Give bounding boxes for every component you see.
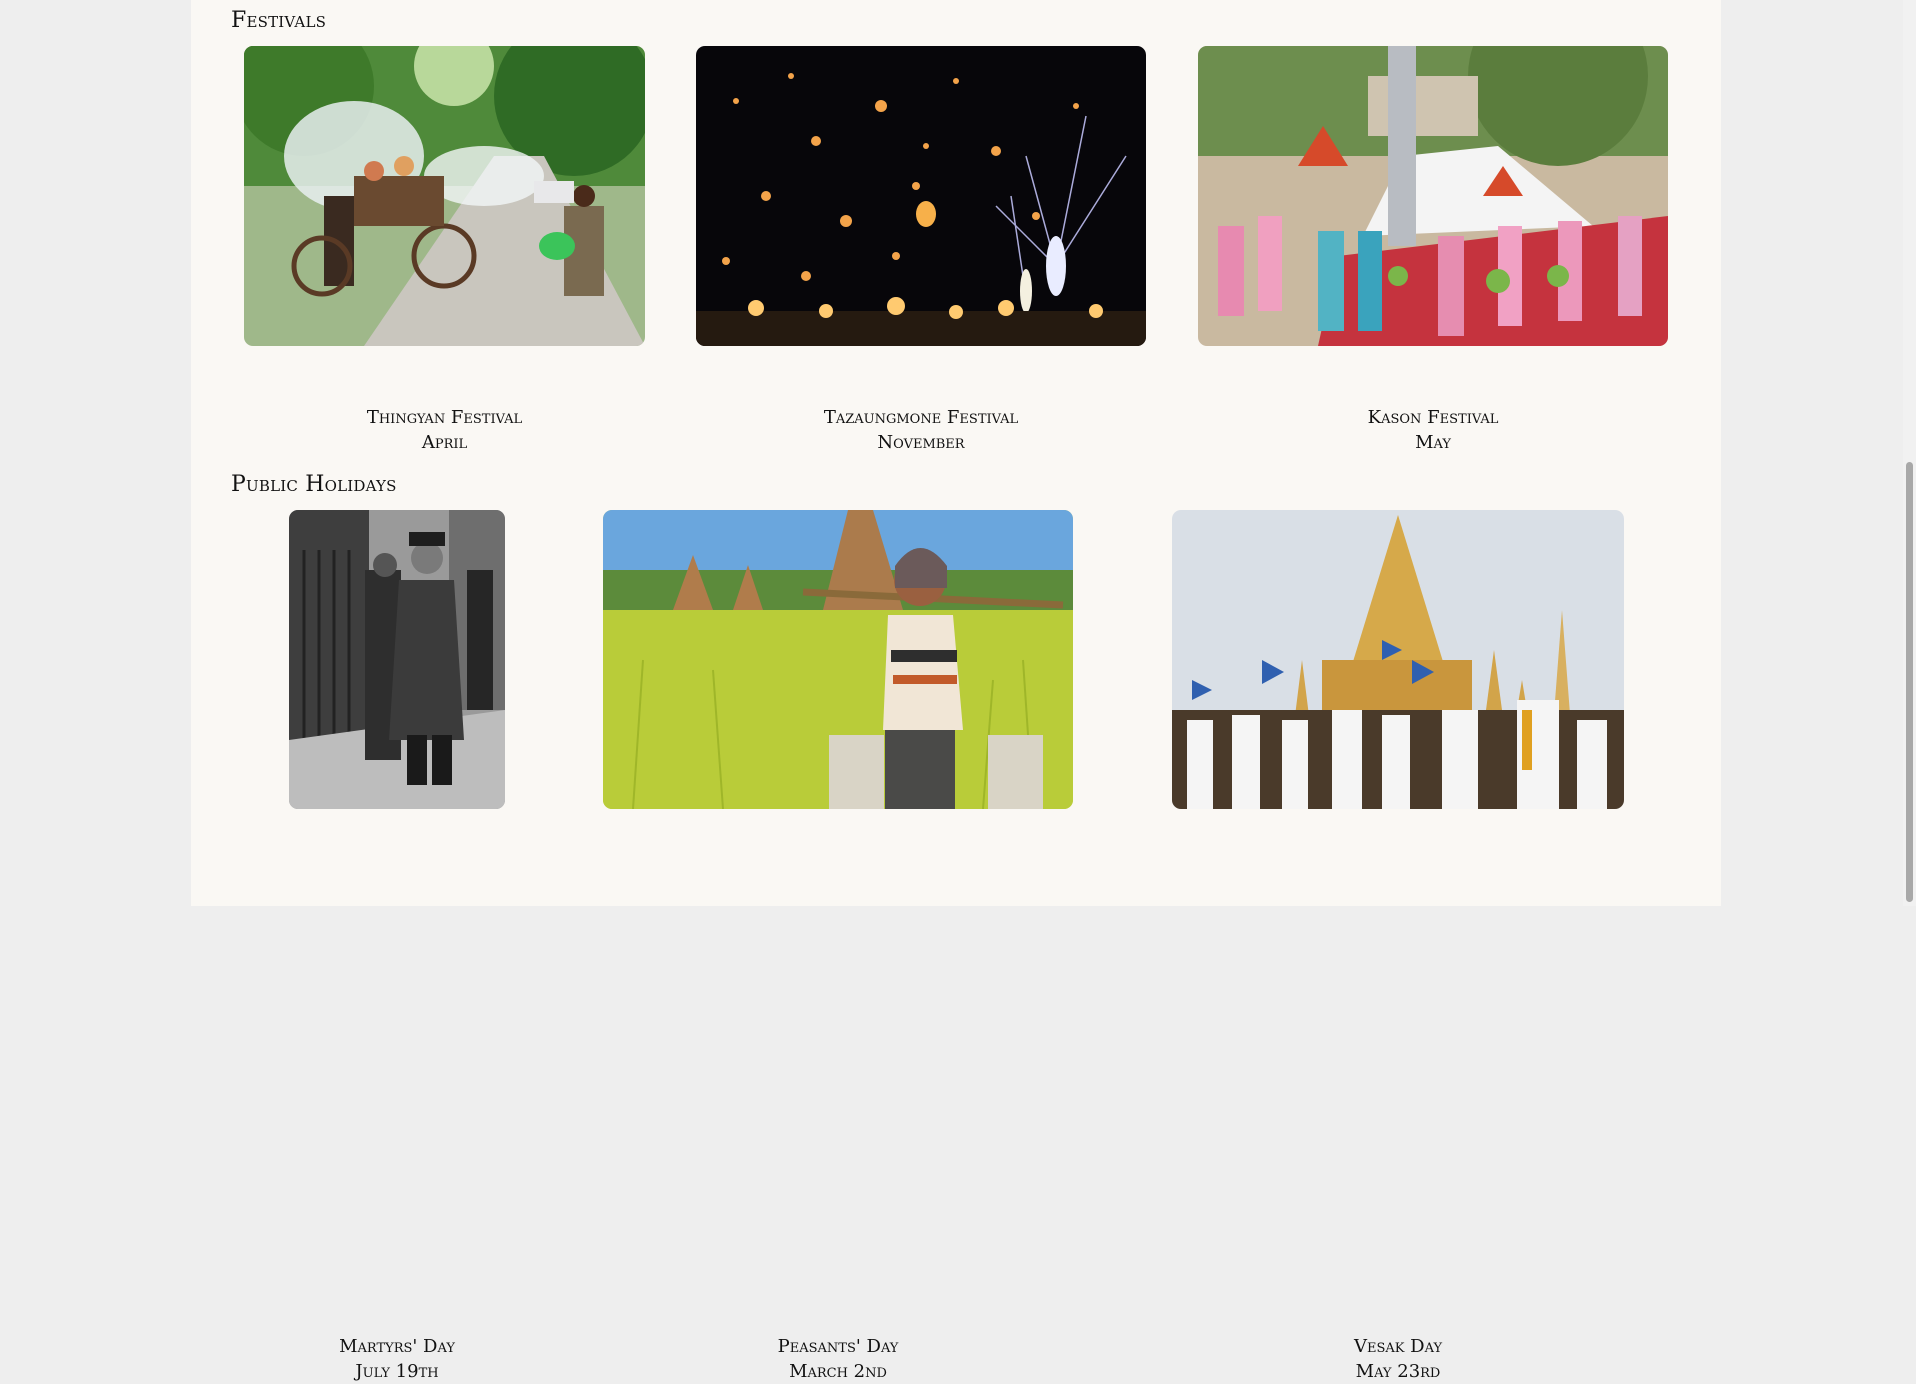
tazaungmone-caption: Tazaungmone Festival November — [696, 405, 1146, 455]
tazaungmone-festival-photo — [696, 46, 1146, 346]
vesak-day-photo — [1172, 510, 1624, 809]
festival-date: May — [1415, 432, 1451, 453]
festival-name: Tazaungmone Festival — [823, 407, 1019, 428]
kason-festival-photo — [1198, 46, 1668, 346]
festival-name: Kason Festival — [1367, 407, 1499, 428]
kason-caption: Kason Festival May — [1198, 405, 1668, 455]
scrollbar-thumb[interactable] — [1906, 462, 1913, 902]
vesak-day-caption: Vesak Day May 23rd — [1172, 1334, 1624, 1384]
holiday-name: Vesak Day — [1353, 1336, 1443, 1357]
holiday-date: July 19th — [355, 1361, 439, 1382]
holiday-date: March 2nd — [789, 1361, 887, 1382]
vertical-scrollbar[interactable] — [1903, 0, 1916, 906]
martyrs-day-caption: Martyrs' Day July 19th — [229, 1334, 565, 1384]
festival-name: Thingyan Festival — [366, 407, 523, 428]
public-holidays-heading: Public Holidays — [231, 472, 397, 497]
peasants-day-caption: Peasants' Day March 2nd — [603, 1334, 1073, 1384]
thingyan-caption: Thingyan Festival April — [244, 405, 645, 455]
holiday-date: May 23rd — [1355, 1361, 1441, 1382]
festival-date: April — [421, 432, 468, 453]
festivals-heading: Festivals — [231, 8, 327, 33]
holiday-name: Peasants' Day — [777, 1336, 899, 1357]
thingyan-festival-photo — [244, 46, 645, 346]
peasants-day-photo — [603, 510, 1073, 809]
martyrs-day-photo — [289, 510, 505, 809]
festival-date: November — [877, 432, 965, 453]
holiday-name: Martyrs' Day — [339, 1336, 455, 1357]
